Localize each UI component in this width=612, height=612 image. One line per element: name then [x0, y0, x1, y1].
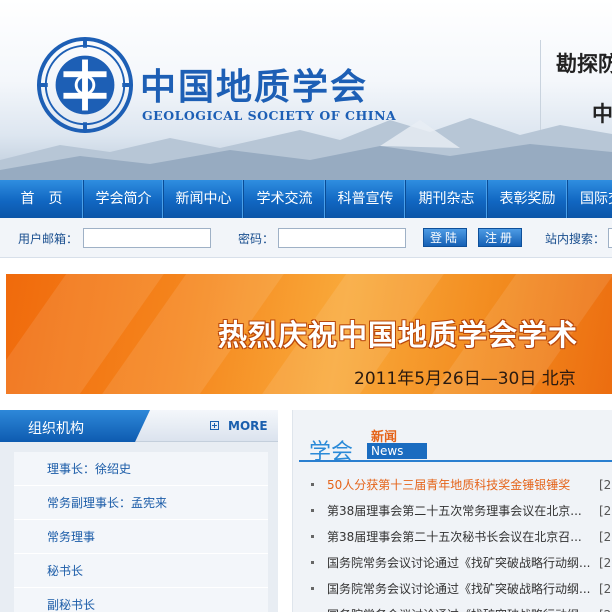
news-item-title[interactable]: 国务院常务会议讨论通过《找矿突破战略行动纲... [327, 550, 595, 576]
email-input[interactable] [83, 228, 211, 248]
banner-date-place: 2011年5月26日—30日 北京 [354, 369, 576, 389]
news-item[interactable]: 国务院常务会议讨论通过《找矿突破战略行动纲... [20 [307, 576, 612, 602]
news-item[interactable]: 国务院常务会议讨论通过《找矿突破战略行动纲... [20 [307, 550, 612, 576]
society-emblem-icon [36, 36, 134, 134]
news-item-title[interactable]: 第38届理事会第二十五次秘书长会议在北京召... [327, 524, 595, 550]
slogan-line-1: 勘探防 [556, 51, 612, 76]
nav-item-about[interactable]: 学会简介 [84, 180, 164, 218]
news-panel: 学会 新闻 News 50人分获第十三届青年地质科技奖金锤银锤奖 [20 第38… [292, 410, 612, 612]
news-item-title[interactable]: 第38届理事会第二十五次常务理事会议在北京... [327, 498, 595, 524]
event-banner[interactable]: 热烈庆祝中国地质学会学术 2011年5月26日—30日 北京 [6, 274, 612, 394]
bullet-icon [311, 561, 314, 564]
password-label: 密码： [238, 232, 275, 246]
banner-title: 热烈庆祝中国地质学会学术 [218, 318, 579, 352]
login-button[interactable]: 登陆 [423, 228, 467, 247]
nav-item-academic[interactable]: 学术交流 [244, 180, 326, 218]
bullet-icon [311, 535, 314, 538]
site-search-input[interactable] [608, 228, 612, 248]
news-item-date: [20 [599, 602, 612, 612]
news-item[interactable]: 第38届理事会第二十五次秘书长会议在北京召... [20 [307, 524, 612, 550]
news-item-date: [20 [599, 582, 612, 596]
org-item-deputy-secretary-general[interactable]: 副秘书长 [14, 588, 268, 612]
organization-panel-title: 组织机构 [28, 421, 84, 437]
news-item-title[interactable]: 50人分获第十三届青年地质科技奖金锤银锤奖 [327, 472, 595, 498]
news-panel-title-en: News [367, 443, 427, 459]
bullet-icon [311, 509, 314, 512]
site-header: 中国地质学会 GEOLOGICAL SOCIETY OF CHINA 勘探防 中 [0, 0, 612, 180]
news-item[interactable]: 国务院常务会议讨论通过《找矿突破战略行动纲... [20 [307, 602, 612, 612]
register-button[interactable]: 注册 [478, 228, 522, 247]
slogan-line-2: 中 [592, 101, 612, 126]
nav-item-international[interactable]: 国际交 [568, 180, 612, 218]
more-link[interactable]: MORE [228, 419, 268, 433]
password-input[interactable] [278, 228, 406, 248]
logo-chinese-name: 中国地质学会 [140, 66, 369, 108]
bullet-icon [311, 483, 314, 486]
news-panel-divider [299, 460, 612, 462]
more-plus-icon[interactable] [210, 421, 219, 430]
news-item-title[interactable]: 国务院常务会议讨论通过《找矿突破战略行动纲... [327, 576, 595, 602]
login-bar: 用户邮箱： 密码： 登陆 注册 站内搜索： [0, 218, 612, 258]
organization-panel: 组织机构 MORE 理事长：徐绍史 常务副理事长：孟宪来 常务理事 秘书长 副秘… [0, 410, 278, 612]
org-item-standing-directors[interactable]: 常务理事 [14, 520, 268, 554]
email-label: 用户邮箱： [18, 232, 79, 246]
nav-item-science-outreach[interactable]: 科普宣传 [326, 180, 406, 218]
news-list: 50人分获第十三届青年地质科技奖金锤银锤奖 [20 第38届理事会第二十五次常务… [307, 472, 612, 612]
org-item-secretary-general[interactable]: 秘书长 [14, 554, 268, 588]
organization-list: 理事长：徐绍史 常务副理事长：孟宪来 常务理事 秘书长 副秘书长 [14, 452, 268, 612]
news-item-date: [20 [599, 530, 612, 544]
main-nav: 首 页 学会简介 新闻中心 学术交流 科普宣传 期刊杂志 表彰奖励 国际交 [0, 180, 612, 218]
nav-item-awards[interactable]: 表彰奖励 [488, 180, 568, 218]
news-item-date: [20 [599, 504, 612, 518]
news-item[interactable]: 50人分获第十三届青年地质科技奖金锤银锤奖 [20 [307, 472, 612, 498]
news-item-title[interactable]: 国务院常务会议讨论通过《找矿突破战略行动纲... [327, 602, 595, 612]
nav-item-news[interactable]: 新闻中心 [164, 180, 244, 218]
org-item-executive-vice-president[interactable]: 常务副理事长：孟宪来 [14, 486, 268, 520]
org-item-president[interactable]: 理事长：徐绍史 [14, 452, 268, 486]
site-search-label: 站内搜索： [545, 232, 606, 246]
news-item[interactable]: 第38届理事会第二十五次常务理事会议在北京... [20 [307, 498, 612, 524]
nav-item-journals[interactable]: 期刊杂志 [406, 180, 488, 218]
news-item-date: [20 [599, 556, 612, 570]
logo-english-name: GEOLOGICAL SOCIETY OF CHINA [142, 108, 397, 123]
nav-item-home[interactable]: 首 页 [0, 180, 84, 218]
bullet-icon [311, 587, 314, 590]
news-item-date: [20 [599, 478, 612, 492]
